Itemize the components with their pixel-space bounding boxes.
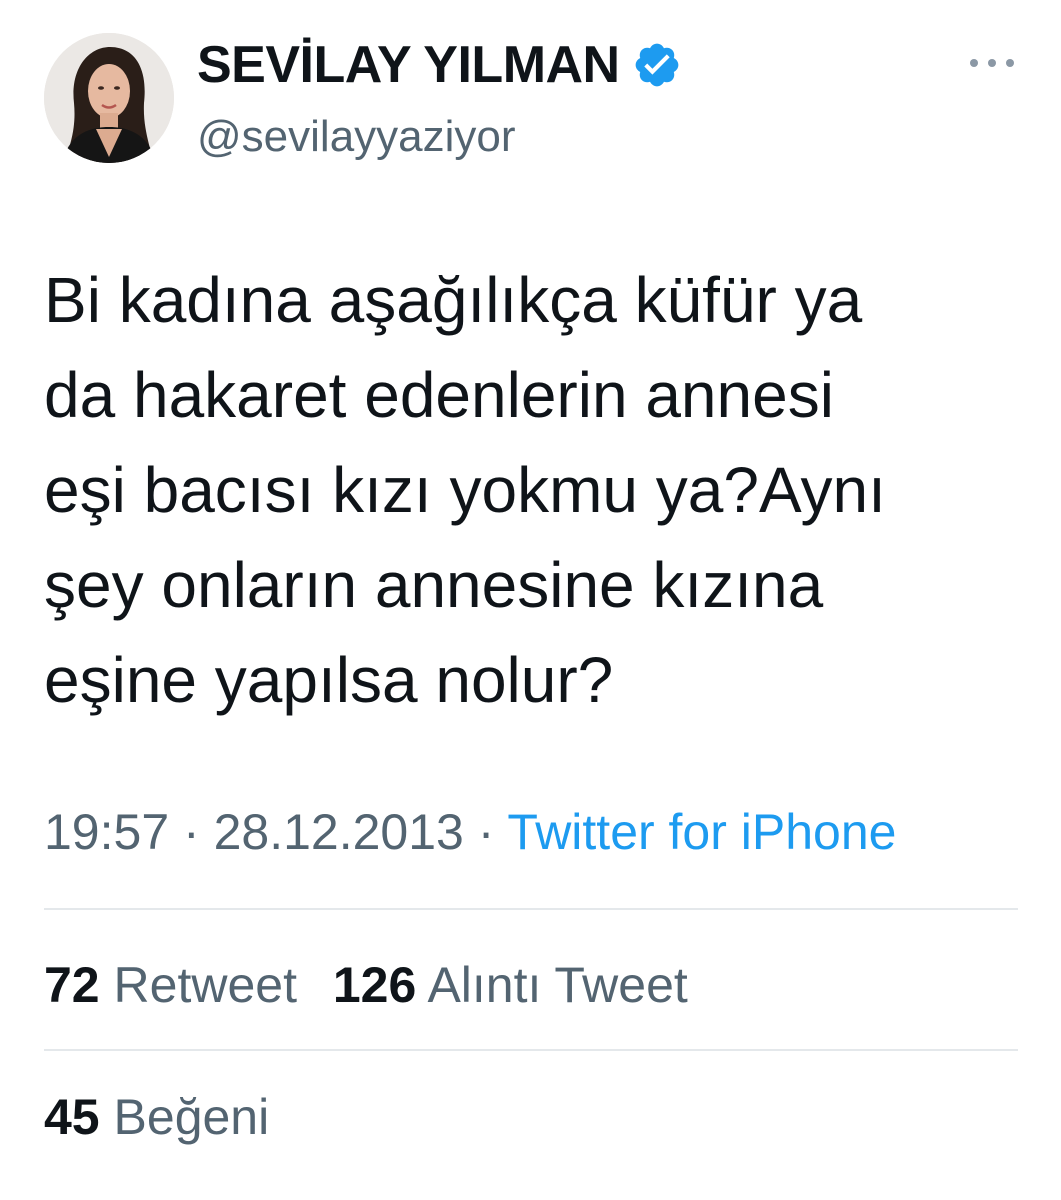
- retweets-label: Retweet: [113, 957, 297, 1013]
- more-options-icon[interactable]: [970, 52, 1014, 74]
- likes-count: 45: [44, 1089, 100, 1145]
- retweets-count: 72: [44, 957, 100, 1013]
- quote-tweets-label: Alıntı Tweet: [427, 957, 688, 1013]
- quote-tweets-count: 126: [332, 957, 417, 1013]
- divider: [44, 908, 1018, 910]
- meta-separator: ·: [477, 804, 495, 860]
- likes-label: Beğeni: [113, 1089, 270, 1145]
- tweet-text: Bi kadına aşağılıkça küfür ya da hakaret…: [44, 264, 886, 716]
- tweet-time[interactable]: 19:57: [44, 804, 169, 860]
- profile-photo-icon: [44, 33, 174, 163]
- tweet-source-link[interactable]: Twitter for iPhone: [507, 804, 896, 860]
- retweets-stat[interactable]: 72 Retweet: [44, 957, 311, 1013]
- likes-stats-row: 45 Beğeni: [44, 1085, 269, 1149]
- tweet-date[interactable]: 28.12.2013: [214, 804, 464, 860]
- tweet-metadata: 19:57 · 28.12.2013 · Twitter for iPhone: [44, 800, 896, 864]
- meta-separator: ·: [183, 804, 200, 860]
- tweet-detail: SEVİLAY YILMAN @sevilayyaziyor Bi kadına…: [0, 0, 1061, 1200]
- verified-badge-icon: [635, 43, 678, 87]
- avatar[interactable]: [44, 33, 174, 163]
- divider: [44, 1049, 1018, 1051]
- engagement-stats-row: 72 Retweet 126 Alıntı Tweet: [44, 953, 688, 1017]
- author-display-name[interactable]: SEVİLAY YILMAN: [197, 34, 682, 96]
- quote-tweets-stat[interactable]: 126 Alıntı Tweet: [333, 957, 688, 1013]
- likes-stat[interactable]: 45 Beğeni: [44, 1089, 269, 1145]
- display-name-text: SEVİLAY YILMAN: [197, 36, 620, 94]
- author-handle[interactable]: @sevilayyaziyor: [197, 110, 516, 164]
